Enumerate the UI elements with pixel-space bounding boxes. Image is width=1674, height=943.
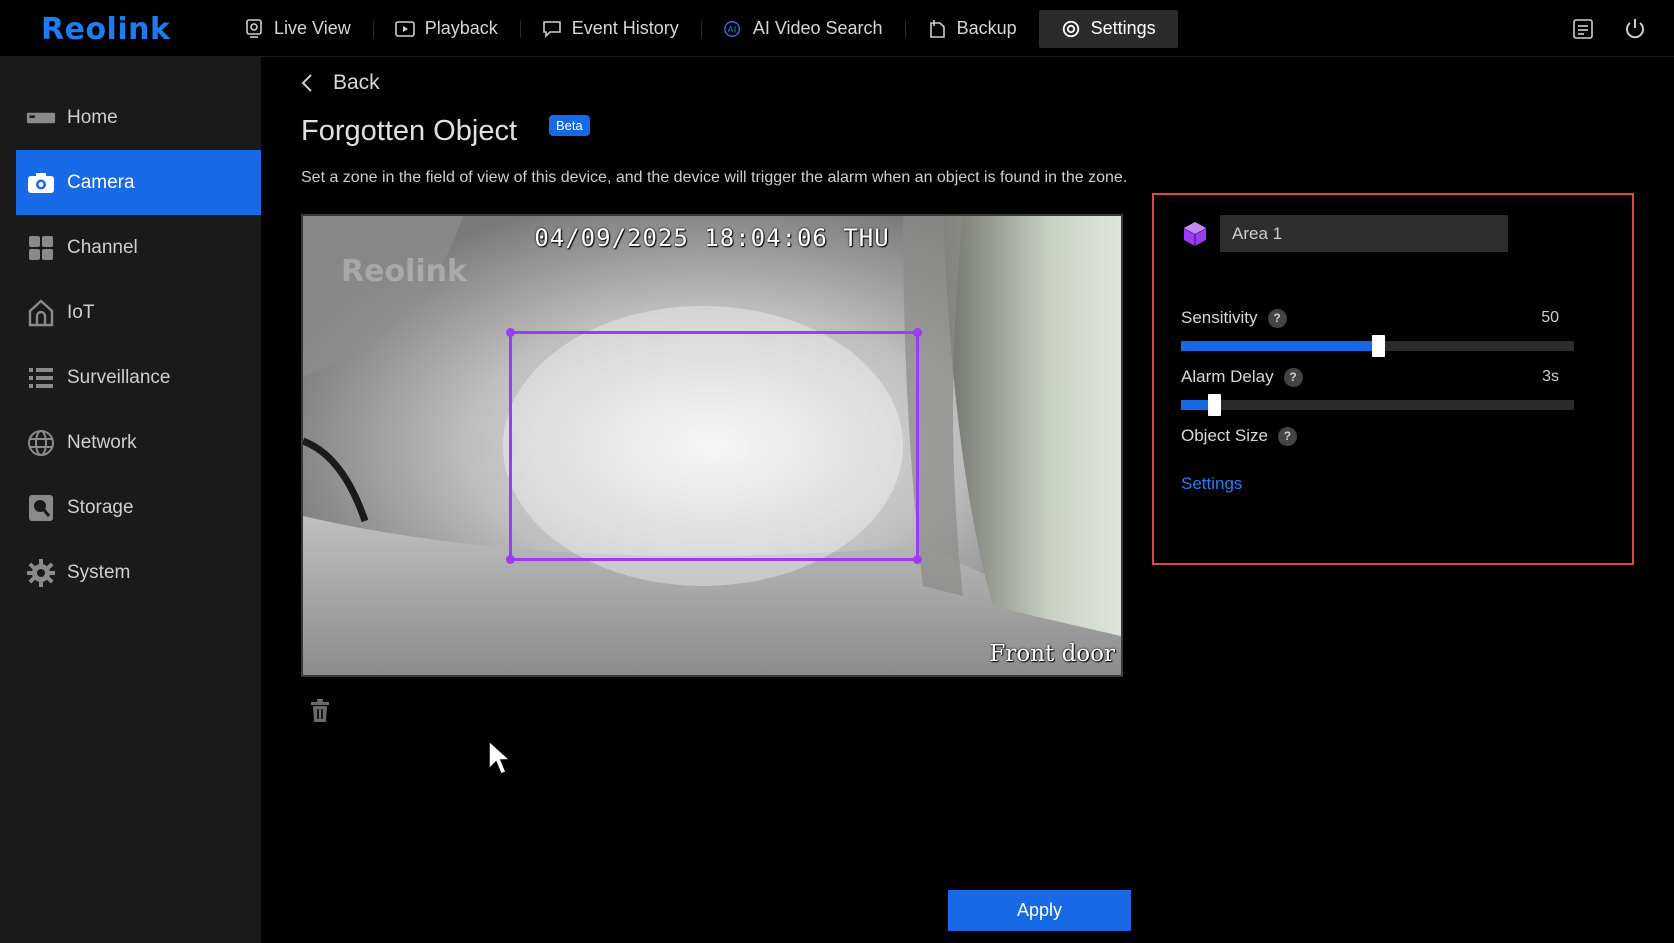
zone-settings-panel: Sensitivity ? 50 Alarm Delay ? 3s Object…	[1152, 193, 1634, 565]
slider-fill	[1181, 341, 1378, 351]
zone-handle-top-right[interactable]	[913, 328, 922, 337]
sidebar-item-network[interactable]: Network	[16, 410, 261, 475]
sidebar-item-label: Surveillance	[67, 366, 171, 388]
storage-icon	[26, 493, 56, 523]
nav-label: Settings	[1090, 18, 1156, 38]
event-history-icon	[542, 19, 562, 39]
object-size-label: Object Size	[1181, 426, 1268, 445]
gear-icon	[1061, 19, 1081, 39]
sidebar-item-label: Network	[67, 431, 137, 453]
sensitivity-slider[interactable]	[1181, 335, 1574, 357]
sidebar-item-storage[interactable]: Storage	[16, 475, 261, 540]
reolink-watermark: Reolink	[341, 254, 467, 289]
chevron-left-icon	[301, 71, 321, 95]
sidebar-item-home[interactable]: Home	[16, 85, 261, 150]
main-content: Back Forgotten Object Beta Set a zone in…	[261, 57, 1674, 943]
mouse-cursor-icon	[488, 739, 511, 775]
trash-icon[interactable]	[309, 698, 331, 724]
ai-search-icon: AI	[723, 19, 743, 39]
nav-label: Backup	[956, 18, 1017, 38]
cube-icon	[1180, 219, 1210, 249]
sidebar-item-label: IoT	[67, 301, 95, 323]
object-size-settings-link[interactable]: Settings	[1181, 474, 1242, 494]
power-icon[interactable]	[1622, 16, 1648, 42]
alarm-delay-value: 3s	[1542, 368, 1559, 385]
sidebar-item-surveillance[interactable]: Surveillance	[16, 345, 261, 410]
detection-zone[interactable]	[506, 328, 922, 564]
zone-handle-bottom-right[interactable]	[913, 555, 922, 564]
page-title: Forgotten Object	[301, 115, 517, 147]
slider-thumb[interactable]	[1208, 394, 1221, 416]
notes-icon[interactable]	[1570, 16, 1596, 42]
sidebar-item-label: Channel	[67, 236, 138, 258]
nav-label: AI Video Search	[752, 18, 883, 38]
sidebar-item-label: Home	[67, 106, 118, 128]
sidebar-item-label: Storage	[67, 496, 134, 518]
osd-timestamp: 04/09/2025 18:04:06 THU	[534, 224, 890, 252]
iot-icon	[26, 298, 56, 328]
nav-label: Playback	[424, 18, 498, 38]
alarm-delay-label-row: Alarm Delay ?	[1181, 367, 1303, 387]
slider-thumb[interactable]	[1372, 335, 1385, 357]
help-icon[interactable]: ?	[1283, 367, 1303, 387]
nav-ai-video-search[interactable]: AI AI Video Search	[700, 10, 905, 48]
camera-preview[interactable]: Reolink 04/09/2025 18:04:06 THU Front do…	[301, 214, 1123, 677]
channel-icon	[26, 233, 56, 263]
gear-icon	[26, 558, 56, 588]
sidebar-item-system[interactable]: System	[16, 540, 261, 605]
help-icon[interactable]: ?	[1267, 308, 1287, 328]
top-nav: Live View Playback Event History AI AI V…	[222, 0, 1178, 57]
playback-icon	[394, 19, 415, 39]
sidebar: Home Camera Channel IoT Surveillance Net…	[0, 57, 261, 943]
zone-handle-bottom-left[interactable]	[506, 555, 515, 564]
apply-button[interactable]: Apply	[948, 890, 1131, 931]
sensitivity-label: Sensitivity	[1181, 308, 1258, 327]
alarm-delay-slider[interactable]	[1181, 394, 1574, 416]
svg-text:AI: AI	[727, 25, 736, 35]
top-right-actions	[1570, 0, 1674, 57]
back-button[interactable]: Back	[301, 71, 380, 95]
reolink-logo: Reolink	[41, 12, 171, 47]
alarm-delay-label: Alarm Delay	[1181, 367, 1274, 386]
sidebar-item-label: Camera	[67, 171, 135, 193]
backup-icon	[927, 19, 947, 39]
beta-badge: Beta	[549, 115, 590, 136]
sidebar-item-camera[interactable]: Camera	[16, 150, 261, 215]
nav-settings[interactable]: Settings	[1038, 9, 1178, 48]
sidebar-item-channel[interactable]: Channel	[16, 215, 261, 280]
back-label: Back	[333, 71, 380, 94]
nav-event-history[interactable]: Event History	[519, 10, 701, 48]
object-size-label-row: Object Size ?	[1181, 426, 1297, 446]
nav-backup[interactable]: Backup	[904, 10, 1039, 48]
help-icon[interactable]: ?	[1277, 426, 1297, 446]
nav-label: Live View	[274, 18, 351, 38]
osd-camera-name: Front door	[989, 641, 1115, 667]
live-view-icon	[244, 18, 264, 39]
list-icon	[26, 363, 56, 393]
camera-icon	[26, 168, 56, 198]
sensitivity-value: 50	[1541, 309, 1559, 326]
nav-label: Event History	[571, 18, 679, 38]
page-description: Set a zone in the field of view of this …	[301, 169, 1128, 186]
nav-playback[interactable]: Playback	[372, 10, 520, 48]
sensitivity-label-row: Sensitivity ?	[1181, 308, 1287, 328]
area-name-input[interactable]	[1220, 215, 1508, 252]
sidebar-item-iot[interactable]: IoT	[16, 280, 261, 345]
top-bar: Reolink Live View Playback Event History…	[0, 0, 1674, 57]
zone-handle-top-left[interactable]	[506, 328, 515, 337]
sidebar-item-label: System	[67, 561, 131, 583]
nav-live-view[interactable]: Live View	[222, 10, 373, 48]
home-icon	[26, 103, 56, 133]
globe-icon	[26, 428, 56, 458]
